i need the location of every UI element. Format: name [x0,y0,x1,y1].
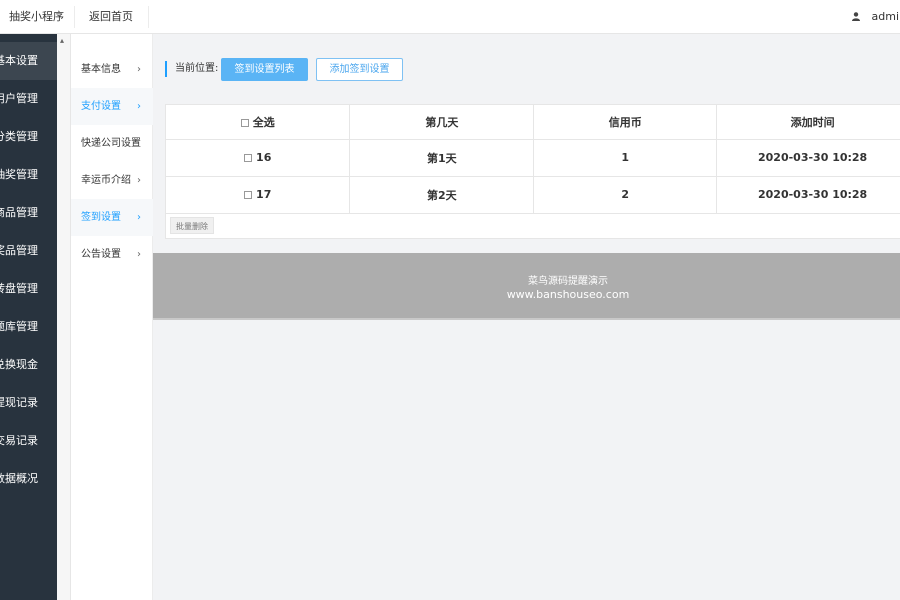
row-id-cell: 17 [166,176,351,214]
chevron-right-icon: › [137,64,141,75]
table-row: 17 第2天 2 2020-03-30 10:28 [166,176,900,214]
table-header-row: 全选 第几天 信用币 添加时间 [166,105,900,140]
user-name: admin [871,10,900,23]
footer-notice: 菜鸟源码提醒演示 [528,276,608,287]
row-checkbox[interactable] [244,191,253,199]
nav-item-prizes[interactable]: 奖品管理 [0,232,57,270]
nav-item-lottery[interactable]: 抽奖管理 [0,156,57,194]
column-header-day: 第几天 [349,105,535,140]
column-header-coins: 信用币 [533,105,718,140]
top-bar: 抽奖小程序 返回首页 admin [0,0,900,34]
sidebar-collapse-strip[interactable]: ▴ [57,34,71,600]
table-row: 16 第1天 1 2020-03-30 10:28 [166,139,900,177]
footer-url: www.banshouseo.com [506,288,630,301]
row-time-cell: 2020-03-30 10:28 [716,139,900,177]
submenu-item-checkin[interactable]: 签到设置 › [71,199,153,236]
app-title-link[interactable]: 抽奖小程序 [9,0,64,34]
submenu-item-notice[interactable]: 公告设置 › [71,236,153,273]
chevron-right-icon: › [137,101,141,112]
checkin-table: 全选 第几天 信用币 添加时间 16 第1天 1 2020-03-30 10:2… [165,104,900,239]
row-time-cell: 2020-03-30 10:28 [716,176,900,214]
nav-item-transactions[interactable]: 交易记录 [0,422,57,460]
nav-item-wheel[interactable]: 转盘管理 [0,270,57,308]
nav-item-cash-exchange[interactable]: 兑换现金 [0,346,57,384]
chevron-right-icon: › [137,175,141,186]
row-day-cell: 第1天 [349,139,535,177]
breadcrumb: 当前位置: [165,61,218,77]
chevron-right-icon: › [137,249,141,260]
nav-item-question-bank[interactable]: 题库管理 [0,308,57,346]
top-divider [148,6,149,28]
nav-item-users[interactable]: 用户管理 [0,80,57,118]
submenu-item-courier[interactable]: 快递公司设置 [71,125,153,162]
select-all-header[interactable]: 全选 [166,105,351,140]
sidebar: 基本设置 用户管理 分类管理 抽奖管理 商品管理 奖品管理 转盘管理 题库管理 … [0,34,57,600]
row-id-cell: 16 [166,139,351,177]
nav-item-basic-settings[interactable]: 基本设置 [0,42,57,80]
submenu-item-lucky-coin[interactable]: 幸运币介绍 › [71,162,153,199]
nav-item-data-overview[interactable]: 数据概况 [0,460,57,498]
top-divider [74,6,75,28]
collapse-arrow-icon[interactable]: ▴ [60,36,64,45]
footer-banner: 菜鸟源码提醒演示 www.banshouseo.com [153,253,900,320]
select-all-checkbox[interactable] [240,118,249,127]
chevron-right-icon: › [137,212,141,223]
nav-item-categories[interactable]: 分类管理 [0,118,57,156]
nav-item-withdraw-records[interactable]: 提现记录 [0,384,57,422]
back-home-link[interactable]: 返回首页 [89,0,133,34]
row-day-cell: 第2天 [349,176,535,214]
submenu-item-payment[interactable]: 支付设置 › [71,88,153,125]
add-checkin-button[interactable]: 添加签到设置 [316,58,403,81]
user-icon [851,12,860,21]
submenu: 基本信息 › 支付设置 › 快递公司设置 幸运币介绍 › 签到设置 › 公告设置 › [71,34,153,600]
column-header-time: 添加时间 [716,105,900,140]
batch-delete-button[interactable]: 批量删除 [170,217,214,234]
checkin-list-button[interactable]: 签到设置列表 [221,58,308,81]
row-checkbox[interactable] [244,154,253,162]
user-menu[interactable]: admin [851,0,900,34]
row-coins-cell: 1 [533,139,718,177]
row-coins-cell: 2 [533,176,718,214]
main-content: 当前位置: 签到设置列表 添加签到设置 全选 第几天 信用币 添加时间 16 第… [153,34,900,600]
submenu-item-basic-info[interactable]: 基本信息 › [71,51,153,88]
nav-item-products[interactable]: 商品管理 [0,194,57,232]
